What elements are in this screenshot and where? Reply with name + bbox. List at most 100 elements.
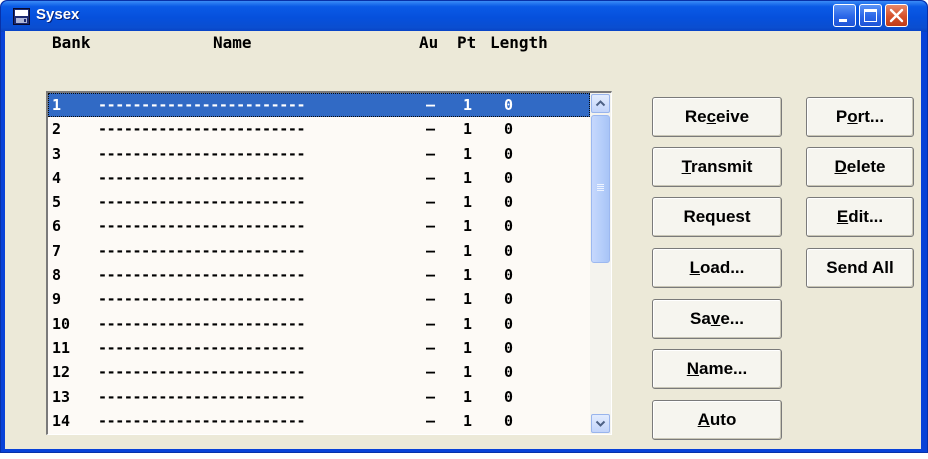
list-row[interactable]: 1 ------------------------ – 1 0 xyxy=(48,93,590,118)
list-row[interactable]: 6 ------------------------ – 1 0 xyxy=(48,214,590,238)
list-row[interactable]: 7 ------------------------ – 1 0 xyxy=(48,239,590,263)
length-cell: 0 xyxy=(504,338,514,357)
port-label-post: rt... xyxy=(857,107,885,126)
name-button[interactable]: Name... xyxy=(652,349,782,389)
list-row[interactable]: 4 ------------------------ – 1 0 xyxy=(48,166,590,190)
delete-button[interactable]: Delete xyxy=(806,147,914,187)
scrollbar-thumb[interactable] xyxy=(591,115,610,263)
au-cell: – xyxy=(426,314,436,333)
pt-cell: 1 xyxy=(463,144,473,163)
au-cell: – xyxy=(426,338,436,357)
thumb-grip-line xyxy=(597,184,604,185)
list-row[interactable]: 14 ------------------------ – 1 0 xyxy=(48,409,590,433)
bank-cell: 4 xyxy=(52,168,62,187)
scroll-down-button[interactable] xyxy=(591,414,610,433)
list-row[interactable]: 10 ------------------------ –1 0 xyxy=(48,312,590,336)
edit-label-post: dit... xyxy=(848,207,884,226)
maximize-button[interactable] xyxy=(859,4,882,27)
bank-list[interactable]: 1 ------------------------ – 1 0 2 -----------… xyxy=(46,91,612,435)
bank-cell: 3 xyxy=(52,144,62,163)
pt-cell: 1 xyxy=(463,96,473,114)
edit-label-accel: E xyxy=(836,207,849,226)
save-button[interactable]: Save... xyxy=(652,299,782,339)
list-row[interactable]: 2 ------------------------ – 1 0 xyxy=(48,117,590,141)
edit-button[interactable]: Edit... xyxy=(806,197,914,237)
transmit-button[interactable]: Transmit xyxy=(652,147,782,187)
name-cell: ------------------------ xyxy=(98,290,306,309)
save-label-accel: v xyxy=(710,309,721,328)
bank-cell: 13 xyxy=(52,387,71,406)
port-button[interactable]: Port... xyxy=(806,97,914,137)
au-cell: – xyxy=(426,96,436,114)
maximize-icon xyxy=(864,9,877,22)
list-row[interactable]: 8 ------------------------ – 1 0 xyxy=(48,263,590,287)
au-cell: – xyxy=(426,363,436,382)
port-label-pre: P xyxy=(835,107,848,126)
receive-label-accel: c xyxy=(706,107,717,126)
au-cell: – xyxy=(426,144,436,163)
au-cell: – xyxy=(426,168,436,187)
bank-cell: 11 xyxy=(52,338,71,357)
pt-cell: 1 xyxy=(463,217,473,236)
pt-cell: 1 xyxy=(463,290,473,309)
pt-cell: 1 xyxy=(463,120,473,139)
name-label-accel: N xyxy=(686,359,700,378)
send-all-button[interactable]: Send All xyxy=(806,248,914,288)
minimize-icon xyxy=(839,19,847,22)
list-row[interactable]: 3 ------------------------ – 1 0 xyxy=(48,142,590,166)
name-cell: ------------------------ xyxy=(98,193,306,212)
au-cell: – xyxy=(426,193,436,212)
length-cell: 0 xyxy=(504,387,514,406)
column-header-bank: Bank xyxy=(52,33,91,52)
send-all-label: Send All xyxy=(826,258,894,277)
length-cell: 0 xyxy=(504,217,514,236)
name-cell: ------------------------ xyxy=(98,120,306,139)
pt-cell: 1 xyxy=(463,241,473,260)
name-cell: ------------------------ xyxy=(98,363,306,382)
save-label-post: e... xyxy=(720,309,744,328)
name-cell: ------------------------ xyxy=(98,314,306,333)
pt-cell: 1 xyxy=(463,387,473,406)
save-label-pre: Sa xyxy=(690,309,711,328)
au-cell: – xyxy=(426,387,436,406)
name-cell: ------------------------ xyxy=(98,168,306,187)
window-frame-right xyxy=(922,32,927,452)
bank-cell: 2 xyxy=(52,120,62,139)
pt-cell: 1 xyxy=(463,193,473,212)
length-cell: 0 xyxy=(504,168,514,187)
transmit-label-accel: T xyxy=(681,157,692,176)
close-button[interactable] xyxy=(885,4,908,27)
column-header-name: Name xyxy=(213,33,252,52)
au-cell: – xyxy=(426,217,436,236)
length-cell: 0 xyxy=(504,120,514,139)
list-row[interactable]: 13 ------------------------ – 1 0 xyxy=(48,385,590,409)
load-label-accel: L xyxy=(689,258,700,277)
load-button[interactable]: Load... xyxy=(652,248,782,288)
request-button[interactable]: Request xyxy=(652,197,782,237)
pt-cell: 1 xyxy=(463,411,473,430)
pt-cell: 1 xyxy=(463,168,473,187)
list-row[interactable]: 5 ------------------------ – 1 0 xyxy=(48,190,590,214)
list-row[interactable]: 9 ------------------------ – 1 0 xyxy=(48,287,590,311)
bank-cell: 7 xyxy=(52,241,62,260)
length-cell: 0 xyxy=(504,314,514,333)
vertical-scrollbar[interactable] xyxy=(590,93,611,434)
column-header-au: Au xyxy=(419,33,439,52)
thumb-grip-line xyxy=(597,186,604,187)
list-row[interactable]: 12 ------------------------ – 1 0 xyxy=(48,360,590,384)
scroll-up-button[interactable] xyxy=(591,94,610,113)
list-row[interactable]: 11 ------------------------ – 1 0 xyxy=(48,336,590,360)
load-label-post: oad... xyxy=(699,258,745,277)
column-header-pt: Pt xyxy=(457,33,477,52)
name-cell: ------------------------ xyxy=(98,411,306,430)
length-cell: 0 xyxy=(504,266,514,285)
app-icon xyxy=(13,8,30,25)
minimize-button[interactable] xyxy=(833,4,856,27)
request-label: Request xyxy=(683,207,751,226)
auto-button[interactable]: Auto xyxy=(652,400,782,440)
pt-cell: 1 xyxy=(463,363,473,382)
bank-cell: 12 xyxy=(52,363,71,382)
length-cell: 0 xyxy=(504,290,514,309)
title-bar[interactable]: Sysex xyxy=(1,1,927,32)
receive-button[interactable]: Receive xyxy=(652,97,782,137)
